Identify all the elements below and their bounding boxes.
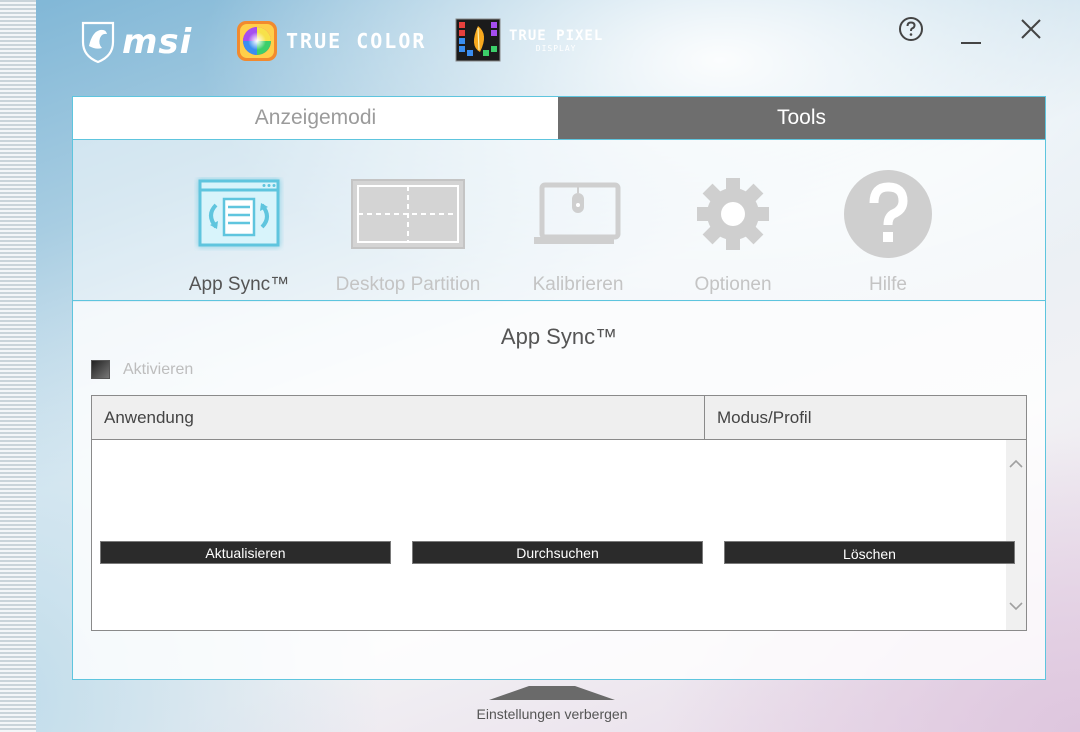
msi-logo: msi [80, 20, 192, 64]
tool-hilfe[interactable]: Hilfe [813, 166, 963, 296]
refresh-button[interactable]: Aktualisieren [100, 541, 391, 564]
table-scrollbar[interactable] [1006, 440, 1026, 630]
tool-label-optionen: Optionen [694, 274, 772, 295]
tool-optionen[interactable]: Optionen [658, 166, 808, 296]
tab-anzeigemodi[interactable]: Anzeigemodi [73, 97, 558, 139]
help-button[interactable] [896, 14, 926, 44]
tool-kalibrieren[interactable]: Kalibrieren [503, 166, 653, 296]
collapse-arrow-icon [489, 686, 615, 700]
app-sync-icon [198, 179, 280, 247]
tool-app-sync[interactable]: App Sync™ [164, 166, 314, 296]
activate-label: Aktivieren [123, 360, 194, 378]
true-color-text: TRUE COLOR [286, 29, 427, 53]
tools-toolbar: App Sync™ Desktop Partition Kalibrieren … [73, 139, 1045, 301]
chevron-up-icon [1009, 459, 1023, 468]
true-pixel-sub-text: DISPLAY [535, 43, 577, 53]
true-color-icon [237, 21, 277, 61]
tool-label-kalibrieren: Kalibrieren [532, 274, 624, 295]
gear-icon [697, 178, 769, 250]
tool-desktop-partition[interactable]: Desktop Partition [333, 166, 483, 296]
close-button[interactable] [1016, 14, 1046, 44]
app-table: Anwendung Modus/Profil [91, 395, 1027, 631]
browse-button[interactable]: Durchsuchen [412, 541, 703, 564]
close-icon [1021, 19, 1041, 39]
activate-checkbox-row[interactable]: Aktivieren [91, 360, 193, 379]
scroll-down-button[interactable] [1006, 596, 1026, 616]
chevron-down-icon [1009, 602, 1023, 611]
column-header-modus-profil[interactable]: Modus/Profil [705, 396, 1026, 439]
msi-brand-text: msi [122, 22, 193, 62]
scroll-up-button[interactable] [1006, 454, 1026, 474]
minimize-icon [961, 42, 981, 44]
true-pixel-main-text: TRUE PIXEL [509, 27, 604, 44]
true-color-logo: TRUE COLOR [236, 20, 426, 62]
delete-button[interactable]: Löschen [724, 541, 1015, 564]
window-edge-stripes [0, 0, 36, 732]
calibrate-icon [534, 182, 621, 244]
hide-settings-label: Einstellungen verbergen [476, 706, 628, 722]
true-pixel-text: TRUE PIXEL DISPLAY [509, 28, 603, 53]
content-title: App Sync™ [500, 324, 618, 349]
table-header: Anwendung Modus/Profil [92, 396, 1026, 440]
tool-label-hilfe: Hilfe [868, 274, 907, 295]
tab-tools[interactable]: Tools [558, 97, 1045, 139]
question-icon [844, 170, 932, 258]
activate-checkbox[interactable] [91, 360, 110, 379]
true-pixel-logo: TRUE PIXEL DISPLAY [455, 18, 603, 62]
main-panel: Anzeigemodi Tools App Sync™ Desktop Part… [72, 96, 1046, 680]
app-sync-content: App Sync™ Aktivieren Anwendung Modus/Pro… [73, 302, 1045, 679]
tool-label-app-sync: App Sync™ [188, 274, 290, 295]
msi-shield-icon [81, 21, 115, 64]
minimize-button[interactable] [956, 22, 986, 52]
true-pixel-icon [455, 18, 501, 62]
hide-settings-toggle[interactable]: Einstellungen verbergen [470, 686, 634, 722]
desktop-partition-icon [351, 179, 465, 249]
tool-label-desktop-partition: Desktop Partition [335, 274, 481, 295]
column-header-anwendung[interactable]: Anwendung [92, 396, 705, 439]
help-icon [899, 17, 923, 41]
tab-bar: Anzeigemodi Tools [73, 97, 1045, 139]
